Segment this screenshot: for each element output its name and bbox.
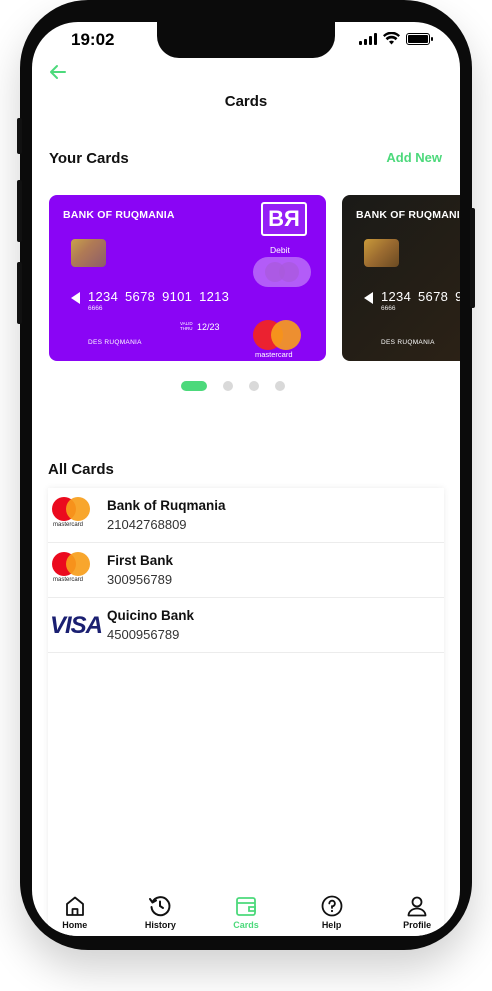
chip-icon [364,239,399,267]
status-icons [359,32,433,45]
card-network-label: mastercard [255,350,293,359]
tab-cards[interactable]: Cards [203,894,289,936]
network-label: mastercard [53,577,84,583]
volume-up-button [17,180,22,242]
mute-switch [17,118,22,154]
status-time: 19:02 [71,30,115,49]
card-bank-name: BANK OF RUQMANIA [63,209,175,221]
card-small-number: 6666 [88,305,103,312]
card-holder: DES RUQMANIA [381,339,435,346]
carousel-pagination [181,381,285,391]
card-bank-of-ruqmania-dark[interactable]: BANK OF RUQMANIA 1234 5678 9 6666 DES RU… [342,195,460,361]
card-bank-of-ruqmania[interactable]: BANK OF RUQMANIA BЯ Debit 1234 5678 9101… [49,195,326,361]
bank-name: Bank of Ruqmania [107,498,226,513]
contactless-icon [253,257,311,287]
card-holder: DES RUQMANIA [88,339,142,346]
home-icon [65,896,84,916]
account-number: 21042768809 [107,517,187,532]
volume-down-button [17,262,22,324]
mastercard-icon [253,320,301,350]
add-new-button[interactable]: Add New [386,150,442,165]
tab-help[interactable]: Help [289,894,375,936]
pagination-dot[interactable] [181,381,207,391]
signal-icon [359,32,377,45]
account-number: 300956789 [107,572,173,587]
tab-home[interactable]: Home [32,894,118,936]
valid-date: 12/23 [197,322,220,332]
wallet-icon [236,897,256,916]
help-icon [321,895,342,917]
list-item[interactable]: VISA Quicino Bank 4500956789 [48,598,444,653]
card-type: Debit [270,245,290,255]
app-screen: 19:02 Cards Your Cards Add New BANK OF R… [32,22,460,936]
all-cards-list: mastercard Bank of Ruqmania 21042768809 … [48,488,444,936]
card-bank-name: BANK OF RUQMANIA [356,209,460,221]
chip-icon [71,239,106,267]
card-small-number: 6666 [381,305,396,312]
account-number: 4500956789 [107,627,180,642]
page-title: Cards [224,93,268,110]
battery-icon [406,32,433,45]
tab-label: Profile [403,920,432,930]
mastercard-icon: mastercard [50,552,90,586]
tab-label: History [144,920,176,930]
tab-label: Home [62,920,88,930]
bank-name: First Bank [107,553,174,568]
phone-frame: 19:02 Cards Your Cards Add New BANK OF R… [17,0,475,950]
tab-history[interactable]: History [118,894,204,936]
bank-name: Quicino Bank [107,608,195,623]
notch [157,22,335,58]
bottom-tab-bar: Home History Cards Help Profile [32,894,460,936]
all-cards-heading: All Cards [48,461,114,478]
bank-logo: BЯ [261,202,307,236]
card-number: 1234 5678 9 [381,289,460,304]
network-label: mastercard [53,522,84,528]
profile-icon [407,896,427,917]
valid-thru-label: VALID THRU [180,321,193,331]
power-button [470,208,475,308]
list-item[interactable]: mastercard Bank of Ruqmania 21042768809 [48,488,444,543]
wifi-icon [383,32,400,45]
pagination-dot[interactable] [275,381,285,391]
tab-profile[interactable]: Profile [374,894,460,936]
mastercard-icon: mastercard [50,497,90,531]
card-arrow-icon [71,292,80,304]
history-icon [149,896,171,917]
pagination-dot[interactable] [223,381,233,391]
pagination-dot[interactable] [249,381,259,391]
card-number: 1234 5678 9101 1213 [88,289,230,304]
your-cards-heading: Your Cards [49,150,129,167]
card-arrow-icon [364,292,373,304]
tab-label: Help [321,920,342,930]
tab-label: Cards [233,920,259,930]
visa-icon: VISA [50,612,103,639]
list-item[interactable]: mastercard First Bank 300956789 [48,543,444,598]
back-arrow-icon[interactable] [48,62,68,82]
